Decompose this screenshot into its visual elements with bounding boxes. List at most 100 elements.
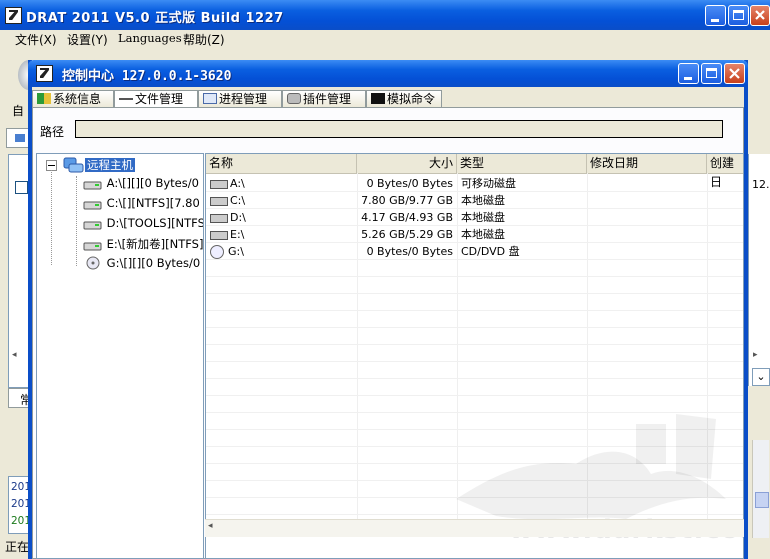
row-gridline — [206, 327, 743, 328]
tree-drive-g[interactable]: G:\[][][0 Bytes/0 Bytes] — [83, 256, 203, 276]
system-info-icon — [37, 93, 51, 104]
file-type: CD/DVD 盘 — [461, 245, 520, 258]
file-size: 5.26 GB/5.29 GB — [361, 228, 453, 241]
close-icon — [751, 6, 769, 25]
file-name-cell: E:\ — [206, 226, 357, 243]
menu-languages[interactable]: Languages — [118, 31, 182, 45]
menu-file[interactable]: 文件(X) — [15, 31, 57, 48]
menu-settings[interactable]: 设置(Y) — [67, 31, 108, 48]
hard-drive-icon — [83, 199, 103, 209]
bg-checkbox[interactable] — [15, 181, 28, 194]
tab-label: 模拟命令 — [387, 92, 436, 106]
file-name-cell: G:\ — [206, 243, 357, 260]
file-list-hscroll[interactable]: ◂ — [205, 519, 744, 537]
app-logo-icon — [5, 7, 22, 24]
file-row[interactable]: C:\ 7.80 GB/9.77 GB 本地磁盘 — [206, 192, 743, 209]
minimize-icon — [706, 6, 725, 25]
tree-root-remote-host[interactable]: 远程主机 — [63, 156, 135, 176]
column-modified[interactable]: 修改日期 — [587, 154, 707, 173]
drive-tree[interactable]: 远程主机 A:\[][][0 Bytes/0 Bytes] C:\[][NTFS… — [36, 153, 204, 559]
tab-simulated-command[interactable]: 模拟命令 — [366, 90, 442, 107]
file-size: 0 Bytes/0 Bytes — [366, 177, 453, 190]
tab-file-manager[interactable]: 文件管理 — [114, 90, 198, 107]
path-label: 路径 — [40, 125, 65, 139]
minimize-icon — [679, 64, 698, 83]
bg-dropdown-icon[interactable]: ⌄ — [752, 368, 770, 386]
path-input[interactable] — [75, 120, 723, 138]
bg-vscroll-thumb[interactable] — [755, 492, 769, 508]
network-computer-icon — [63, 157, 84, 173]
control-center-logo-icon — [36, 65, 53, 82]
app-title: DRAT 2011 V5.0 正式版 Build 1227 — [26, 11, 284, 26]
file-row[interactable]: A:\ 0 Bytes/0 Bytes 可移动磁盘 — [206, 175, 743, 192]
cc-minimize-button[interactable] — [678, 63, 699, 84]
tree-drive-a[interactable]: A:\[][][0 Bytes/0 Bytes] — [83, 176, 203, 196]
terminal-icon — [371, 93, 385, 104]
removable-drive-icon — [83, 179, 103, 189]
file-size: 0 Bytes/0 Bytes — [366, 245, 453, 258]
control-center-title-bar: 控制中心 127.0.0.1-3620 — [28, 60, 748, 87]
tree-drive-e[interactable]: E:\[新加卷][NTFS][5.26 GB/5.29 GB] — [83, 236, 204, 256]
bg-vscroll[interactable] — [752, 440, 769, 538]
file-row[interactable]: G:\ 0 Bytes/0 Bytes CD/DVD 盘 — [206, 243, 743, 260]
tree-drive-d[interactable]: D:\[TOOLS][NTFS][4.17 GB/4.93 GB] — [83, 216, 204, 236]
file-name: C:\ — [230, 194, 246, 207]
toolbar-label: 自 — [12, 104, 25, 118]
menu-help[interactable]: 帮助(Z) — [183, 31, 225, 48]
file-name-cell: C:\ — [206, 192, 357, 209]
file-size: 7.80 GB/9.77 GB — [361, 194, 453, 207]
cd-icon — [210, 245, 224, 259]
drive-icon — [210, 230, 228, 240]
tree-drive-c[interactable]: C:\[][NTFS][7.80 GB/9.77 GB] — [83, 196, 203, 216]
tree-drive-label: C:\[][NTFS][7.80 GB/9.77 GB] — [106, 196, 203, 210]
column-name[interactable]: 名称 — [206, 154, 357, 173]
close-button[interactable] — [750, 5, 770, 26]
close-icon — [725, 64, 744, 83]
bg-scroll-right-icon[interactable]: ▸ — [753, 350, 758, 360]
tab-system-info[interactable]: 系统信息 — [32, 90, 114, 107]
tree-root-label: 远程主机 — [85, 157, 135, 172]
scroll-left-icon[interactable]: ◂ — [208, 521, 213, 531]
file-list-header: 名称 大小 类型 修改日期 创建日 — [206, 154, 743, 189]
column-size[interactable]: 大小 — [357, 154, 457, 173]
file-name-cell: D:\ — [206, 209, 357, 226]
file-list[interactable]: 名称 大小 类型 修改日期 创建日 A:\ 0 Bytes/0 Bytes 可移… — [205, 153, 744, 559]
row-gridline — [206, 361, 743, 362]
control-center-title: 控制中心 127.0.0.1-3620 — [62, 69, 232, 84]
tree-drive-label: E:\[新加卷][NTFS][5.26 GB/5.29 GB] — [106, 237, 204, 251]
cd-drive-icon — [83, 256, 103, 269]
maximize-icon — [729, 6, 748, 25]
maximize-icon — [702, 64, 721, 83]
tree-drive-label: A:\[][][0 Bytes/0 Bytes] — [106, 176, 203, 190]
column-created[interactable]: 创建日 — [707, 154, 743, 189]
tab-process-manager[interactable]: 进程管理 — [198, 90, 282, 107]
minimize-button[interactable] — [705, 5, 726, 26]
file-type: 可移动磁盘 — [461, 177, 516, 190]
file-manager-icon — [119, 98, 133, 104]
file-size: 4.17 GB/4.93 GB — [361, 211, 453, 224]
tab-plugin-manager[interactable]: 插件管理 — [282, 90, 366, 107]
tab-label: 插件管理 — [303, 92, 352, 106]
cc-maximize-button[interactable] — [701, 63, 722, 84]
maximize-button[interactable] — [728, 5, 749, 26]
cc-close-button[interactable] — [724, 63, 745, 84]
row-gridline — [206, 310, 743, 311]
process-manager-icon — [203, 93, 217, 104]
bg-scroll-left-icon[interactable]: ◂ — [12, 350, 17, 360]
file-name: E:\ — [230, 228, 245, 241]
file-row[interactable]: D:\ 4.17 GB/4.93 GB 本地磁盘 — [206, 209, 743, 226]
drive-icon — [210, 196, 228, 206]
column-type[interactable]: 类型 — [457, 154, 587, 173]
tab-label: 进程管理 — [219, 92, 268, 106]
bg-host-list-right: 12.. ▸ — [748, 154, 770, 386]
drive-icon — [210, 179, 228, 189]
row-gridline — [206, 276, 743, 277]
file-row[interactable]: E:\ 5.26 GB/5.29 GB 本地磁盘 — [206, 226, 743, 243]
menu-bar: 文件(X) 设置(Y) Languages 帮助(Z) — [0, 30, 770, 48]
tab-label: 文件管理 — [135, 92, 184, 106]
plugin-manager-icon — [287, 93, 301, 104]
row-gridline — [206, 344, 743, 345]
row-gridline — [206, 395, 743, 396]
file-name-cell: A:\ — [206, 175, 357, 192]
tree-drive-label: D:\[TOOLS][NTFS][4.17 GB/4.93 GB] — [106, 216, 204, 230]
